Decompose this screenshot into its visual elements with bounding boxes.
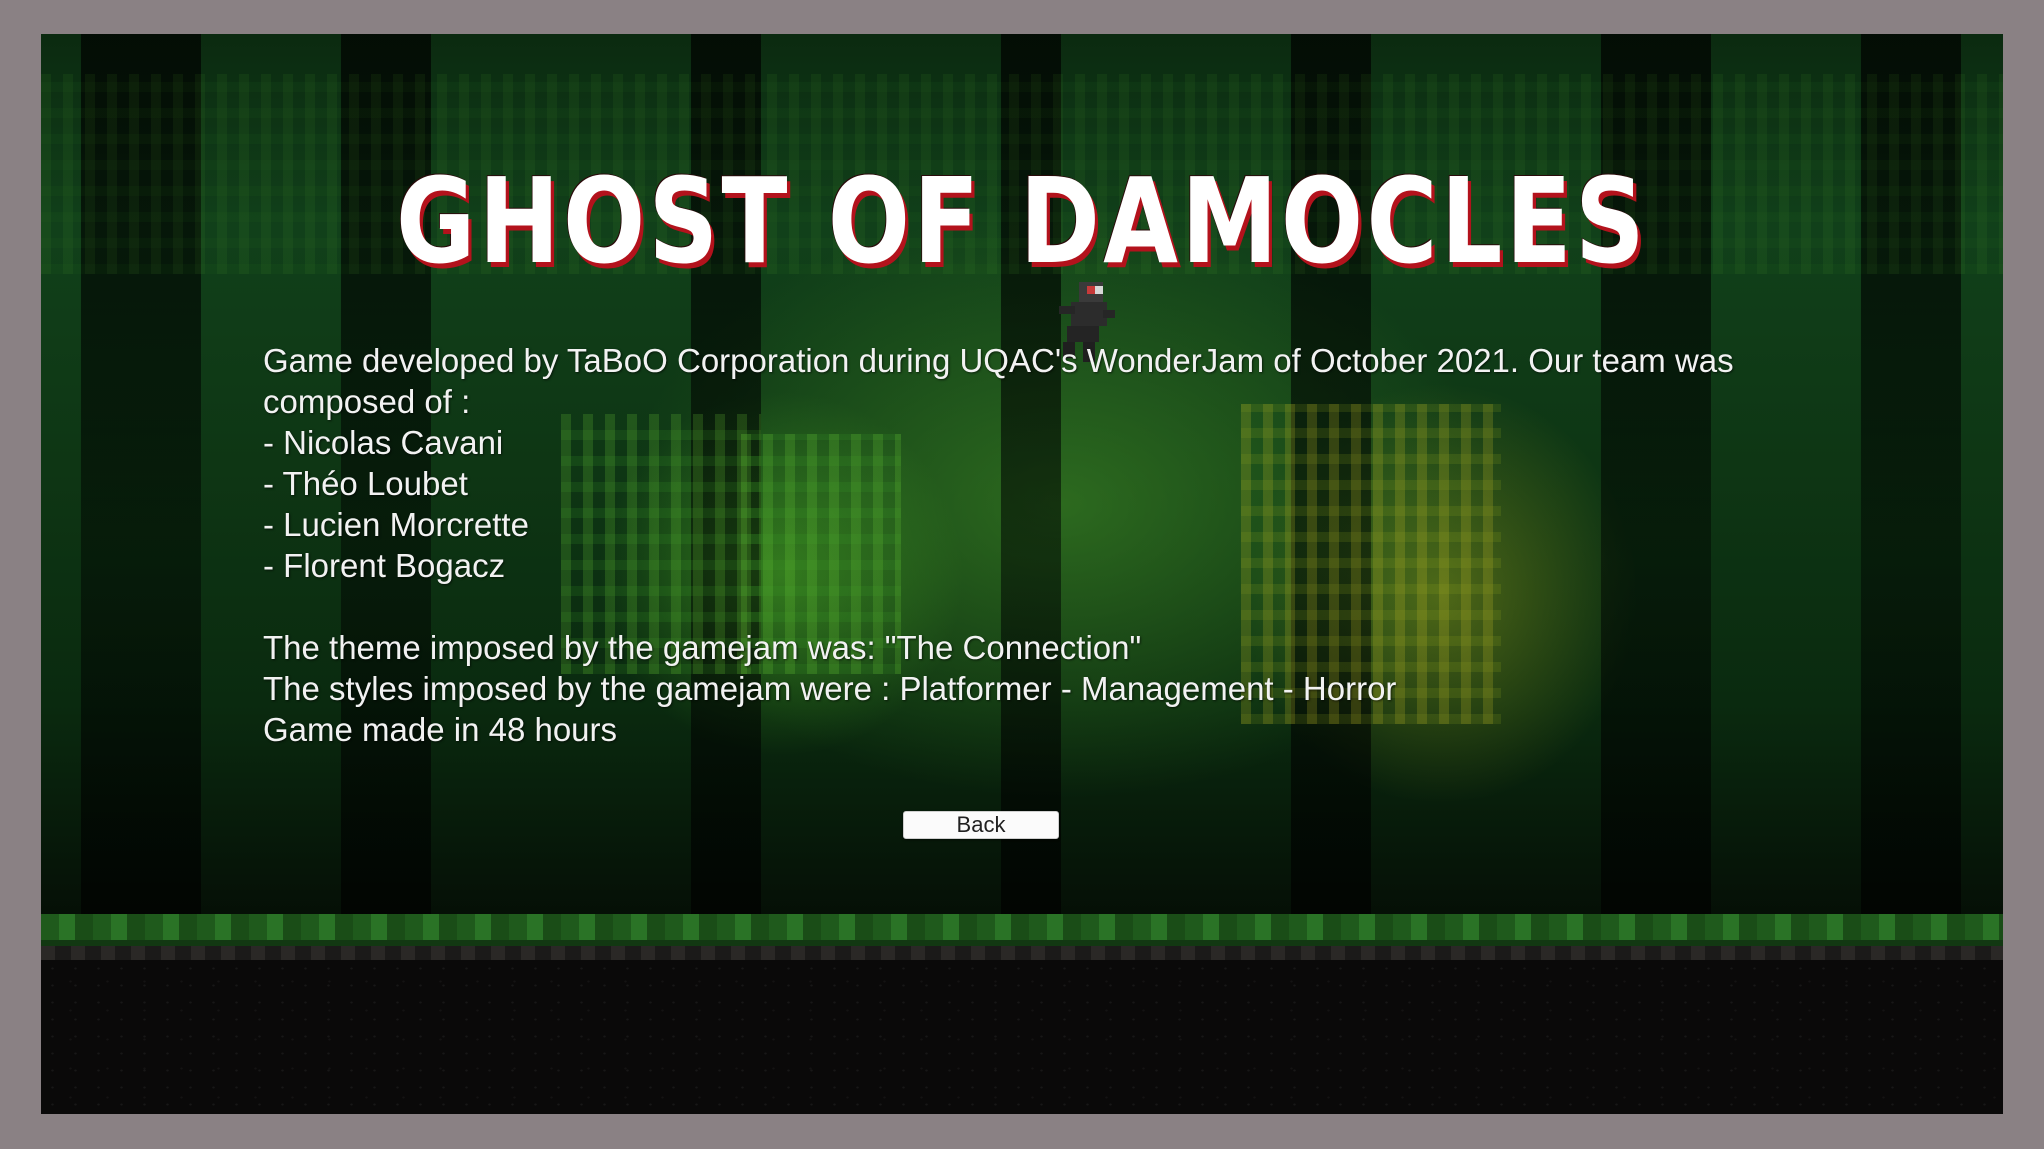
credits-text: Game developed by TaBoO Corporation duri… xyxy=(263,340,1783,750)
credits-intro: Game developed by TaBoO Corporation duri… xyxy=(263,342,1734,420)
soil xyxy=(41,960,2003,1114)
game-title: GHOST OF DAMOCLES xyxy=(395,152,1649,290)
game-viewport: GHOST OF DAMOCLES Game developed by TaBo… xyxy=(41,34,2003,1114)
team-member: - Nicolas Cavani xyxy=(263,424,504,461)
team-member: - Lucien Morcrette xyxy=(263,506,529,543)
credits-styles: The styles imposed by the gamejam were :… xyxy=(263,670,1397,707)
team-member: - Florent Bogacz xyxy=(263,547,506,584)
grass-strip xyxy=(41,914,2003,946)
ground xyxy=(41,914,2003,1114)
dirt-strip xyxy=(41,946,2003,960)
credits-theme: The theme imposed by the gamejam was: "T… xyxy=(263,629,1142,666)
team-member: - Théo Loubet xyxy=(263,465,468,502)
back-button[interactable]: Back xyxy=(903,811,1059,839)
credits-duration: Game made in 48 hours xyxy=(263,711,618,748)
